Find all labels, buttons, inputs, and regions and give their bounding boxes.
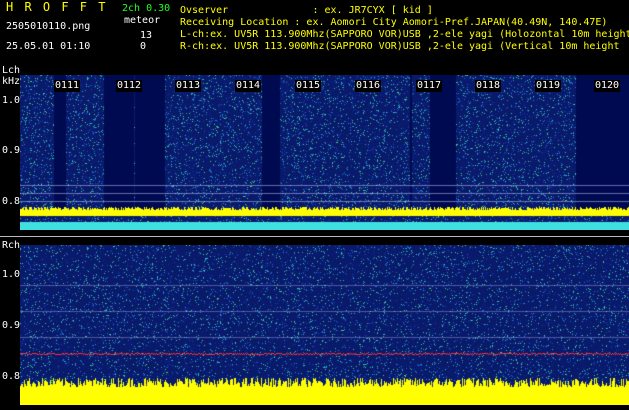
rch-tick-0-8: 0.8 [2,371,25,382]
lch-info-line: L-ch:ex. UV5R 113.900Mhz(SAPPORO VOR)USB… [180,29,629,40]
lch-label: Lch [2,65,21,76]
meteor-count-rch: 0 [140,41,147,52]
mode-label: 2ch 0.30 [122,3,171,14]
lch-spectrogram [20,75,629,230]
time-mark-0120: 0120 [594,80,621,92]
rch-tick-0-9: 0.9 [2,320,25,331]
lch-tick-0-8: 0.8 [2,196,25,207]
app-brand: H R O F F T [6,0,108,14]
time-mark-0119: 0119 [535,80,562,92]
time-mark-0111: 0111 [54,80,81,92]
channel-divider [0,236,629,237]
rch-spectrogram [20,245,629,405]
lch-unit: kHz [2,76,21,87]
time-mark-0116: 0116 [355,80,382,92]
filename: 2505010110.png [6,21,91,32]
time-mark-0113: 0113 [175,80,202,92]
time-mark-0118: 0118 [475,80,502,92]
location-line: Receiving Location : ex. Aomori City Aom… [180,17,608,28]
rch-label: Rch [2,240,21,251]
time-mark-0112: 0112 [116,80,143,92]
datetime: 25.05.01 01:10 [6,41,91,52]
time-mark-0115: 0115 [295,80,322,92]
time-mark-0114: 0114 [235,80,262,92]
meteor-count-lch: 13 [140,30,153,41]
type-label: meteor [124,15,161,26]
observer-line: Ovserver : ex. JR7CYX [ kid ] [180,5,433,16]
rch-tick-1-0: 1.0 [2,269,25,280]
rch-info-line: R-ch:ex. UV5R 113.900Mhz(SAPPORO VOR)USB… [180,41,620,52]
lch-tick-1-0: 1.0 [2,95,25,106]
lch-tick-0-9: 0.9 [2,145,25,156]
time-mark-0117: 0117 [416,80,443,92]
